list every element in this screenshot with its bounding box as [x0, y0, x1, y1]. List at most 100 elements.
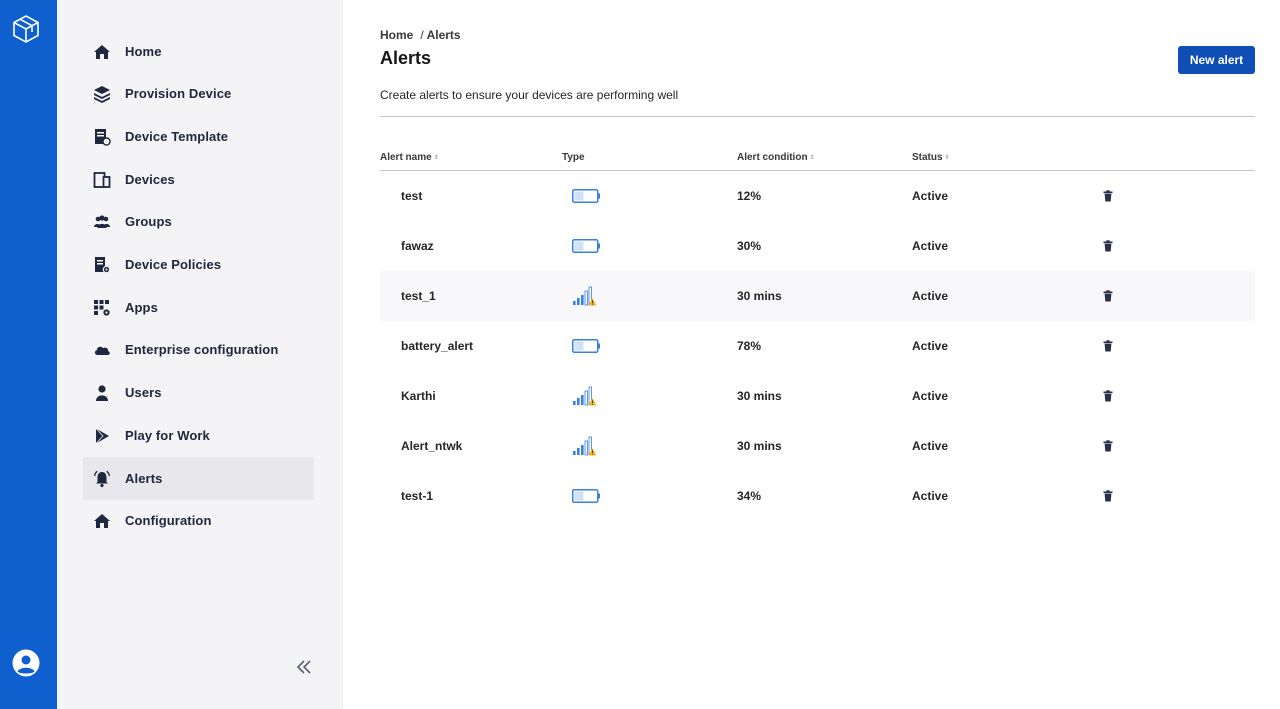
- alert-name-cell: test-1: [401, 489, 434, 503]
- bell-icon: [93, 470, 111, 488]
- trash-icon[interactable]: [1102, 371, 1114, 421]
- trash-icon[interactable]: [1102, 321, 1114, 371]
- status-cell: Active: [912, 439, 949, 453]
- column-header-label: Type: [562, 152, 585, 163]
- alert-name-cell: Alert_ntwk: [401, 439, 463, 453]
- sidebar-item-label: Apps: [125, 300, 158, 315]
- sidebar-item-label: Alerts: [125, 471, 163, 486]
- layers-icon: [93, 85, 111, 103]
- apps-icon: [93, 299, 111, 317]
- breadcrumb-home[interactable]: Home: [380, 28, 413, 42]
- sidebar-item-device-template[interactable]: Device Template: [83, 115, 314, 158]
- page-description: Create alerts to ensure your devices are…: [380, 88, 679, 102]
- column-header-alert-name[interactable]: Alert name ⇕: [380, 152, 439, 163]
- play-icon: [93, 427, 111, 445]
- breadcrumb-current: / Alerts: [420, 28, 460, 42]
- sidebar-item-label: Home: [125, 44, 162, 59]
- sort-icon: ⇕: [944, 154, 950, 161]
- sidebar: Home Provision Device Device Template De…: [57, 0, 343, 709]
- status-cell: Active: [912, 289, 949, 303]
- alert-name-cell: test: [401, 189, 423, 203]
- sidebar-item-alerts[interactable]: Alerts: [83, 457, 314, 500]
- sidebar-item-label: Provision Device: [125, 86, 232, 101]
- template-icon: [93, 128, 111, 146]
- sort-icon: ⇕: [433, 154, 439, 161]
- cloud-icon: [93, 341, 111, 359]
- alert-condition-cell: 34%: [737, 489, 762, 503]
- table-row[interactable]: test_1 30 mins Active: [380, 271, 1255, 321]
- column-header-label: Alert name: [380, 152, 432, 163]
- table-row[interactable]: fawaz 30% Active: [380, 221, 1255, 271]
- sidebar-item-provision-device[interactable]: Provision Device: [83, 72, 314, 115]
- column-header-status[interactable]: Status ⇕: [912, 152, 950, 163]
- network-signal-warning-icon: [572, 271, 598, 321]
- double-chevron-left-icon[interactable]: [294, 657, 314, 677]
- status-cell: Active: [912, 389, 949, 403]
- main-content: Home / Alerts Alerts New alert Create al…: [343, 0, 1280, 709]
- battery-icon: [572, 221, 600, 271]
- sidebar-item-device-policies[interactable]: Device Policies: [83, 243, 314, 286]
- sidebar-item-label: Users: [125, 385, 162, 400]
- sidebar-item-label: Configuration: [125, 513, 212, 528]
- alert-name-cell: Karthi: [401, 389, 436, 403]
- column-header-alert-condition[interactable]: Alert condition ⇕: [737, 152, 815, 163]
- status-cell: Active: [912, 239, 949, 253]
- network-signal-warning-icon: [572, 421, 598, 471]
- sidebar-item-configuration[interactable]: Configuration: [83, 499, 314, 542]
- table-row[interactable]: test-1 34% Active: [380, 471, 1255, 521]
- table-row[interactable]: Alert_ntwk 30 mins Active: [380, 421, 1255, 471]
- new-alert-button[interactable]: New alert: [1178, 46, 1255, 74]
- home-icon: [93, 43, 111, 61]
- column-header-label: Alert condition: [737, 152, 808, 163]
- alert-condition-cell: 12%: [737, 189, 762, 203]
- home-icon: [93, 512, 111, 530]
- policy-icon: [93, 256, 111, 274]
- table-header: Alert name ⇕ Type Alert condition ⇕ Stat…: [380, 148, 1255, 171]
- battery-icon: [572, 171, 600, 221]
- alert-condition-cell: 30 mins: [737, 439, 782, 453]
- sidebar-item-label: Groups: [125, 214, 172, 229]
- sidebar-item-apps[interactable]: Apps: [83, 286, 314, 329]
- sidebar-item-label: Device Template: [125, 129, 229, 144]
- sidebar-item-play-for-work[interactable]: Play for Work: [83, 414, 314, 457]
- network-signal-warning-icon: [572, 371, 598, 421]
- trash-icon[interactable]: [1102, 221, 1114, 271]
- sidebar-item-home[interactable]: Home: [83, 30, 314, 73]
- user-icon: [93, 384, 111, 402]
- battery-icon: [572, 471, 600, 521]
- column-header-type: Type: [562, 152, 585, 163]
- alert-name-cell: fawaz: [401, 239, 434, 253]
- app-rail: [0, 0, 57, 709]
- table-row[interactable]: Karthi 30 mins Active: [380, 371, 1255, 421]
- divider: [380, 116, 1255, 117]
- alert-name-cell: battery_alert: [401, 339, 474, 353]
- trash-icon[interactable]: [1102, 271, 1114, 321]
- devices-icon: [93, 171, 111, 189]
- alert-name-cell: test_1: [401, 289, 436, 303]
- table-row[interactable]: test 12% Active: [380, 171, 1255, 221]
- trash-icon[interactable]: [1102, 171, 1114, 221]
- sort-icon: ⇕: [809, 154, 815, 161]
- battery-icon: [572, 321, 600, 371]
- column-header-label: Status: [912, 152, 943, 163]
- sidebar-item-users[interactable]: Users: [83, 371, 314, 414]
- sidebar-item-enterprise-configuration[interactable]: Enterprise configuration: [83, 328, 314, 371]
- groups-icon: [93, 213, 111, 231]
- sidebar-item-label: Device Policies: [125, 257, 222, 272]
- alert-condition-cell: 30 mins: [737, 289, 782, 303]
- status-cell: Active: [912, 489, 949, 503]
- breadcrumb: Home / Alerts: [380, 28, 461, 42]
- trash-icon[interactable]: [1102, 421, 1114, 471]
- breadcrumb-current-label: Alerts: [426, 28, 461, 42]
- table-row[interactable]: battery_alert 78% Active: [380, 321, 1255, 371]
- trash-icon[interactable]: [1102, 471, 1114, 521]
- cube-logo-icon[interactable]: [11, 14, 41, 44]
- sidebar-item-groups[interactable]: Groups: [83, 200, 314, 243]
- user-avatar-icon[interactable]: [12, 649, 40, 677]
- alert-condition-cell: 78%: [737, 339, 762, 353]
- sidebar-item-label: Devices: [125, 172, 175, 187]
- status-cell: Active: [912, 339, 949, 353]
- sidebar-item-devices[interactable]: Devices: [83, 158, 314, 201]
- alert-condition-cell: 30%: [737, 239, 762, 253]
- sidebar-item-label: Play for Work: [125, 428, 210, 443]
